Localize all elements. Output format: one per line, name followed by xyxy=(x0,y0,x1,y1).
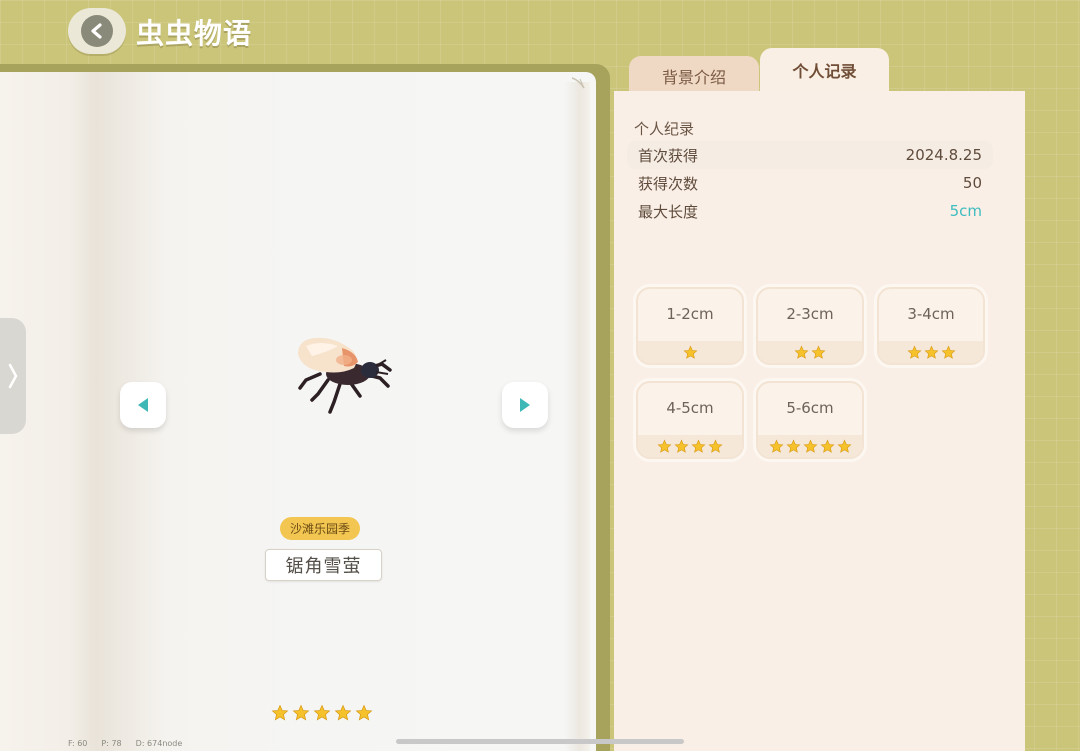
rarity-stars xyxy=(271,704,373,722)
size-card-stars xyxy=(879,341,983,363)
next-insect-button[interactable] xyxy=(502,382,548,428)
record-row-max-length: 最大长度 5cm xyxy=(627,197,993,225)
record-row-obtain-count: 获得次数 50 xyxy=(627,169,993,197)
debug-p: P: 78 xyxy=(101,739,122,748)
size-card[interactable]: 2-3cm xyxy=(756,287,864,365)
back-arrow-icon xyxy=(81,15,113,47)
insect-name: 锯角雪萤 xyxy=(265,549,382,581)
star-icon xyxy=(819,438,835,453)
debug-fps: F: 60 xyxy=(68,739,88,748)
star-icon xyxy=(794,344,809,359)
star-icon xyxy=(768,438,784,453)
debug-stats: F: 60 P: 78 D: 674node xyxy=(68,739,182,748)
star-icon xyxy=(802,438,818,453)
star-icon xyxy=(785,438,801,453)
record-row-first-obtained: 首次获得 2024.8.25 xyxy=(627,141,993,169)
record-value: 2024.8.25 xyxy=(905,146,982,164)
triangle-right-icon xyxy=(520,398,530,412)
size-card[interactable]: 3-4cm xyxy=(877,287,985,365)
size-card-label: 3-4cm xyxy=(907,305,955,323)
size-card-stars xyxy=(638,435,742,457)
star-icon xyxy=(313,704,331,721)
size-card-label: 4-5cm xyxy=(666,399,714,417)
page-title: 虫虫物语 xyxy=(136,17,253,50)
back-button[interactable] xyxy=(68,8,126,54)
prev-insect-button[interactable] xyxy=(120,382,166,428)
star-icon xyxy=(682,344,698,359)
record-value: 5cm xyxy=(949,202,982,220)
star-icon xyxy=(657,438,672,453)
size-card-stars xyxy=(758,435,862,457)
record-label: 最大长度 xyxy=(638,202,699,221)
size-card-label: 5-6cm xyxy=(786,399,834,417)
season-badge: 沙滩乐园季 xyxy=(280,517,361,540)
size-card[interactable]: 1-2cm xyxy=(636,287,744,365)
star-icon xyxy=(271,704,289,721)
size-card-stars xyxy=(758,341,862,363)
star-icon xyxy=(691,438,706,453)
chevron-right-icon xyxy=(8,363,18,389)
page-corner-icon xyxy=(570,76,590,92)
size-card-label: 1-2cm xyxy=(666,305,714,323)
record-value: 50 xyxy=(962,174,982,192)
star-icon xyxy=(355,704,373,721)
star-icon xyxy=(708,438,723,453)
side-drawer-handle[interactable] xyxy=(0,318,26,434)
size-card[interactable]: 4-5cm xyxy=(636,381,744,459)
record-label: 获得次数 xyxy=(638,174,699,193)
size-card[interactable]: 5-6cm xyxy=(756,381,864,459)
size-card-stars xyxy=(638,341,742,363)
record-label: 首次获得 xyxy=(638,146,699,165)
size-card-label: 2-3cm xyxy=(786,305,834,323)
insect-image xyxy=(298,337,392,414)
star-icon xyxy=(811,344,826,359)
tab-background-intro[interactable]: 背景介绍 xyxy=(629,56,759,96)
record-section-title: 个人纪录 xyxy=(634,120,695,138)
home-indicator[interactable] xyxy=(396,739,684,744)
star-icon xyxy=(334,704,352,721)
debug-d: D: 674node xyxy=(135,739,183,748)
star-icon xyxy=(292,704,310,721)
star-icon xyxy=(836,438,852,453)
star-icon xyxy=(906,344,922,359)
star-icon xyxy=(923,344,939,359)
triangle-left-icon xyxy=(138,398,148,412)
tab-personal-record[interactable]: 个人记录 xyxy=(760,48,889,92)
star-icon xyxy=(674,438,689,453)
star-icon xyxy=(940,344,956,359)
